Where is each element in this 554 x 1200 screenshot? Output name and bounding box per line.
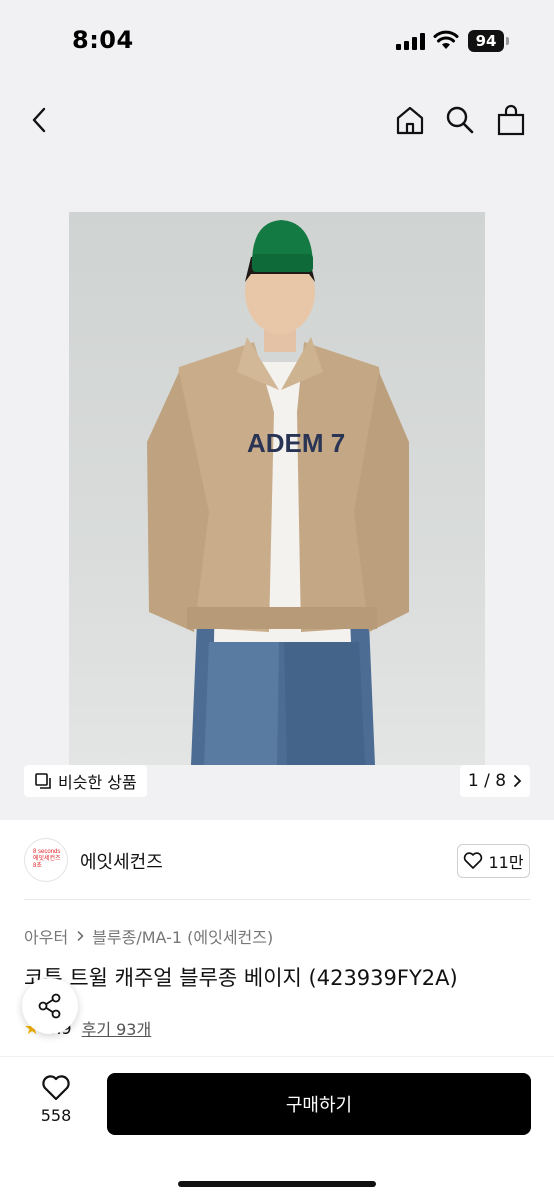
shopping-bag-icon xyxy=(497,104,525,136)
pager-text: 1 / 8 xyxy=(467,771,507,791)
brand-like-count: 11만 xyxy=(488,853,524,872)
wifi-icon xyxy=(433,30,459,49)
wishlist-count: 558 xyxy=(40,1106,72,1125)
buy-button[interactable]: 구매하기 xyxy=(107,1073,531,1135)
wishlist-button[interactable]: 558 xyxy=(30,1074,82,1134)
home-indicator xyxy=(178,1181,376,1187)
similar-items-icon xyxy=(35,773,51,789)
similar-products-button[interactable]: 비슷한 상품 xyxy=(24,765,147,797)
brand-logo-text: 8 seconds 에잇세컨즈 8초 xyxy=(33,849,61,869)
home-icon xyxy=(396,106,424,135)
product-image[interactable]: ADEM 7 xyxy=(69,212,485,765)
image-pager[interactable]: 1 / 8 xyxy=(460,765,530,797)
bottom-bar-divider xyxy=(0,1056,554,1057)
heart-icon xyxy=(464,852,483,869)
product-title: 코튼 트윌 캐주얼 블루종 베이지 (423939FY2A) xyxy=(24,966,458,990)
shirt-print: ADEM 7 xyxy=(247,428,345,458)
status-bar: 8:04 94 xyxy=(0,0,554,84)
divider xyxy=(24,899,530,900)
shopping-bag-button[interactable] xyxy=(491,100,531,140)
search-button[interactable] xyxy=(440,100,480,140)
breadcrumb-item-outer[interactable]: 아우터 xyxy=(24,924,68,948)
heart-icon xyxy=(42,1075,70,1101)
review-link[interactable]: 후기 93개 xyxy=(82,1016,152,1040)
back-button[interactable] xyxy=(20,100,60,140)
status-time: 8:04 xyxy=(72,26,134,54)
chevron-left-icon xyxy=(32,107,46,133)
battery-level: 94 xyxy=(475,32,497,50)
brand-row[interactable]: 8 seconds 에잇세컨즈 8초 에잇세컨즈 11만 xyxy=(0,834,554,886)
chevron-right-icon xyxy=(514,775,522,787)
similar-products-label: 비슷한 상품 xyxy=(58,773,137,792)
home-button[interactable] xyxy=(390,100,430,140)
chevron-right-icon xyxy=(77,930,84,942)
breadcrumb: 아우터 블루종/MA-1 (에잇세컨즈) xyxy=(24,924,273,948)
share-icon xyxy=(38,993,61,1019)
search-icon xyxy=(446,106,474,134)
brand-logo[interactable]: 8 seconds 에잇세컨즈 8초 xyxy=(24,838,68,882)
brand-like-button[interactable]: 11만 xyxy=(457,844,530,878)
battery-icon: 94 xyxy=(468,30,510,52)
nav-bar xyxy=(0,90,554,150)
brand-name[interactable]: 에잇세컨즈 xyxy=(80,848,163,874)
breadcrumb-item-category[interactable]: 블루종/MA-1 (에잇세컨즈) xyxy=(92,924,273,948)
signal-icon xyxy=(396,33,425,50)
share-button[interactable] xyxy=(22,978,78,1034)
